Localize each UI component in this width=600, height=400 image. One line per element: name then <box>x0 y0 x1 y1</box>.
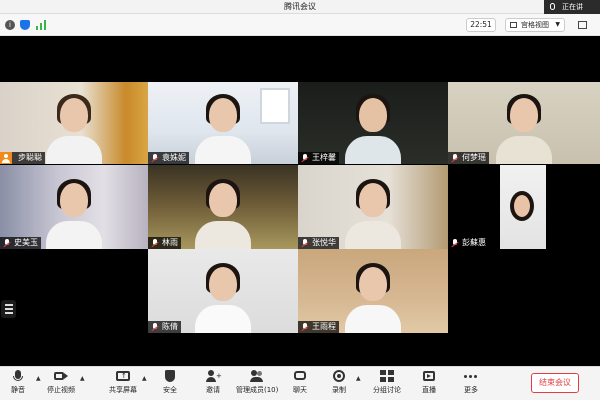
video-tile[interactable]: 王梓馨 <box>298 82 448 164</box>
participant-name-tag: 王雨程 <box>298 321 339 333</box>
info-icon[interactable]: i <box>5 20 15 30</box>
participant-name-tag: 袁姝妮 <box>148 152 189 164</box>
microphone-icon <box>550 3 555 10</box>
view-mode-button[interactable]: 宫格视图 ▼ <box>505 18 565 32</box>
participant-name: 林雨 <box>162 238 178 247</box>
video-tile[interactable]: 袁姝妮 <box>148 82 298 164</box>
participant-name: 王梓馨 <box>312 153 336 162</box>
list-menu-button[interactable] <box>1 300 16 318</box>
shield-icon <box>163 369 177 383</box>
participant-video <box>496 92 552 164</box>
members-icon <box>250 369 264 383</box>
video-tile[interactable]: 何梦瑶 <box>448 82 600 164</box>
fullscreen-icon[interactable] <box>578 21 587 29</box>
window <box>260 88 290 124</box>
mic-muted-icon <box>451 239 459 248</box>
manage-members-button[interactable]: 管理成员(10) <box>236 369 278 395</box>
record-icon <box>332 369 346 383</box>
chat-icon <box>293 369 307 383</box>
add-user-icon: + <box>206 369 222 383</box>
participant-video <box>195 177 251 249</box>
participant-name-tag: 何梦瑶 <box>448 152 489 164</box>
microphone-icon <box>11 369 25 383</box>
chevron-up-icon[interactable]: ▲ <box>142 375 147 382</box>
participant-name-tag: 王梓馨 <box>298 152 339 164</box>
menu-line <box>5 312 13 314</box>
mute-button[interactable]: 静音 <box>8 369 28 395</box>
participant-video <box>46 92 102 164</box>
participant-name-tag: 陈倩 <box>148 321 181 333</box>
participant-video <box>500 165 546 249</box>
video-camera-icon <box>54 369 68 383</box>
mic-muted-icon <box>151 323 159 332</box>
end-meeting-button[interactable]: 结束会议 <box>531 373 579 393</box>
live-stream-icon <box>422 369 436 383</box>
signal-icon[interactable] <box>36 20 48 30</box>
mic-muted-icon <box>3 239 11 248</box>
participant-name-tag: 史美玉 <box>0 237 41 249</box>
share-screen-icon: ↑ <box>116 369 130 383</box>
participant-video <box>46 177 102 249</box>
participant-name: 王雨程 <box>312 322 336 331</box>
participant-video <box>345 177 401 249</box>
participant-name: 袁姝妮 <box>162 153 186 162</box>
video-tile[interactable]: 王雨程 <box>298 249 448 333</box>
chevron-up-icon[interactable]: ▲ <box>80 375 85 382</box>
chat-button[interactable]: 聊天 <box>290 369 310 395</box>
menu-line <box>5 308 13 310</box>
participant-name-tag: 步聪聪 <box>0 152 45 164</box>
mic-muted-icon <box>301 323 309 332</box>
video-tile[interactable]: 张悦华 <box>298 165 448 249</box>
participant-name-tag: 彭蘇惠 <box>448 237 489 249</box>
participant-name-tag: 林雨 <box>148 237 181 249</box>
shield-icon[interactable] <box>20 20 30 30</box>
mic-muted-icon <box>451 154 459 163</box>
view-mode-label: 宫格视图 <box>521 21 549 29</box>
meeting-timer: 22:51 <box>466 18 496 32</box>
breakout-rooms-button[interactable]: 分组讨论 <box>372 369 402 395</box>
mic-muted-icon <box>151 154 159 163</box>
video-tile[interactable]: 彭蘇惠 <box>448 165 600 249</box>
meeting-toolbar: 静音 ▲ 停止视频 ▲ ↑ 共享屏幕 ▲ 安全 + 邀请 管理成员(10) 聊天… <box>0 366 600 400</box>
grid-view-icon <box>510 22 517 28</box>
mic-muted-icon <box>151 239 159 248</box>
video-tile[interactable]: 林雨 <box>148 165 298 249</box>
live-stream-button[interactable]: 直播 <box>419 369 439 395</box>
participant-name-tag: 张悦华 <box>298 237 339 249</box>
participant-video <box>345 261 401 333</box>
video-tile[interactable]: 步聪聪 <box>0 82 148 164</box>
host-user-icon <box>0 152 12 164</box>
participant-name: 张悦华 <box>312 238 336 247</box>
meeting-info-bar: i 22:51 宫格视图 ▼ <box>0 14 600 36</box>
security-button[interactable]: 安全 <box>160 369 180 395</box>
mic-muted-icon <box>301 239 309 248</box>
more-dots-icon <box>464 369 478 383</box>
app-title: 腾讯会议 <box>284 2 316 11</box>
participant-name: 彭蘇惠 <box>462 238 486 247</box>
more-button[interactable]: 更多 <box>461 369 481 395</box>
chevron-up-icon[interactable]: ▲ <box>356 375 361 382</box>
participant-name: 史美玉 <box>14 238 38 247</box>
stop-video-button[interactable]: 停止视频 <box>46 369 76 395</box>
participant-video <box>195 261 251 333</box>
mic-muted-icon <box>301 154 309 163</box>
title-bar: 腾讯会议 正在讲 <box>0 0 600 14</box>
menu-line <box>5 304 13 306</box>
record-button[interactable]: 录制 <box>329 369 349 395</box>
share-screen-button[interactable]: ↑ 共享屏幕 <box>108 369 138 395</box>
participant-video <box>195 92 251 164</box>
participant-video <box>345 92 401 164</box>
chevron-down-icon: ▼ <box>555 21 560 28</box>
breakout-rooms-icon <box>380 369 394 383</box>
participant-name: 陈倩 <box>162 322 178 331</box>
participant-name: 步聪聪 <box>18 153 42 162</box>
participant-name: 何梦瑶 <box>462 153 486 162</box>
video-tile[interactable]: 陈倩 <box>148 249 298 333</box>
speaking-indicator: 正在讲 <box>544 0 600 14</box>
speaking-label: 正在讲 <box>562 3 583 11</box>
chevron-up-icon[interactable]: ▲ <box>36 375 41 382</box>
video-tile[interactable]: 史美玉 <box>0 165 148 249</box>
invite-button[interactable]: + 邀请 <box>203 369 223 395</box>
